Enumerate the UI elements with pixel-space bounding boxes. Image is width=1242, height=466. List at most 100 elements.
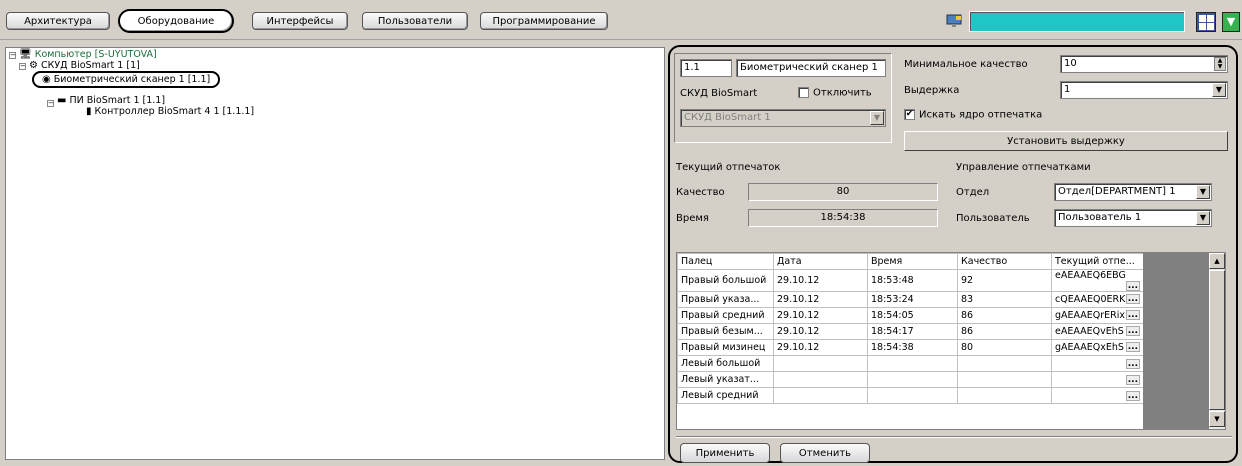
department-select[interactable]: Отдел[DEPARTMENT] 1 ▼ [1054,183,1212,201]
more-button[interactable]: ... [1125,374,1140,385]
fingerprint-data: eAEAAEQ6EBG [1055,270,1126,282]
parent-label: СКУД BioSmart [680,88,758,99]
top-toolbar: Архитектура Оборудование Интерфейсы Поль… [0,0,1242,40]
collapse-icon[interactable]: − [47,100,54,107]
cell: Левый указат... [677,371,774,388]
cancel-button[interactable]: Отменить [780,443,870,463]
tab-programming[interactable]: Программирование [480,12,608,30]
table-row[interactable]: Левый средний... [677,387,1144,404]
column-header[interactable]: Палец [677,253,774,270]
cell: 18:53:24 [867,291,958,308]
collapse-icon[interactable]: − [9,52,16,59]
column-header[interactable]: Качество [957,253,1052,270]
cell: Левый средний [677,387,774,404]
table-header-row: Палец Дата Время Качество Текущий отпе..… [677,253,1144,270]
table-row[interactable]: Правый указа... 29.10.12 18:53:24 83 cQEAAEQ… [677,291,1144,308]
cell [773,371,868,388]
min-quality-label: Минимальное качество [904,59,1028,70]
collapse-icon[interactable]: − [19,63,26,70]
cell: 29.10.12 [773,307,868,324]
tree-node-scanner[interactable]: ◉ Биометрический сканер 1 [1.1] [32,71,221,88]
fingerprint-icon: ◉ [42,74,51,85]
controller-icon: ▮ [86,106,92,117]
table-row[interactable]: Правый средний 29.10.12 18:54:05 86 gAEAAEQr… [677,307,1144,324]
tree-node-skud[interactable]: ⚙ СКУД BioSmart 1 [1] [29,60,140,71]
tab-architecture[interactable]: Архитектура [6,12,110,30]
scroll-down-icon[interactable]: ▼ [1209,411,1225,427]
scroll-up-icon[interactable]: ▲ [1209,253,1225,269]
status-field[interactable] [969,11,1185,32]
cell: eAEAAEQvEhS... [1051,323,1144,340]
fingerprint-table[interactable]: Палец Дата Время Качество Текущий отпе..… [676,252,1226,430]
department-label: Отдел [956,187,990,198]
cell: 18:53:48 [867,269,958,292]
exposure-select[interactable]: 1 ▼ [1060,81,1228,99]
cell [773,387,868,404]
tree-node-controller[interactable]: ▮ Контроллер BioSmart 4 1 [1.1.1] [86,106,254,117]
cell: 29.10.12 [773,291,868,308]
layout-grid-icon[interactable] [1196,12,1216,32]
tree-node-computer[interactable]: 🖥 Компьютер [S-UYUTOVA] [19,49,157,60]
gear-icon: ⚙ [29,60,38,71]
user-select[interactable]: Пользователь 1 ▼ [1054,209,1212,227]
object-name-field[interactable]: Биометрический сканер 1 [736,59,886,77]
apply-button[interactable]: Применить [680,443,770,463]
expand-down-icon[interactable]: ▼ [1222,12,1240,32]
table-row[interactable]: Правый безым... 29.10.12 18:54:17 86 eAEAAEQ… [677,323,1144,340]
cell [957,371,1052,388]
user-label: Пользователь [956,213,1030,224]
quality-value: 80 [748,183,938,201]
table-row[interactable]: Левый большой... [677,355,1144,372]
tab-equipment[interactable]: Оборудование [118,9,234,33]
min-quality-input[interactable]: 10 ▲ ▼ [1060,55,1228,73]
time-value: 18:54:38 [748,209,938,227]
tab-interfaces[interactable]: Интерфейсы [252,12,348,30]
tree-node-label: Контроллер BioSmart 4 1 [1.1.1] [94,106,255,117]
table-row[interactable]: Левый указат...... [677,371,1144,388]
more-button[interactable]: ... [1125,390,1140,401]
cell [773,355,868,372]
column-header[interactable]: Время [867,253,958,270]
cell: gAEAAEQrERix... [1051,307,1144,324]
cell: Правый большой [677,269,774,292]
table-row[interactable]: Правый мизинец 29.10.12 18:54:38 80 gAEAAEQx… [677,339,1144,356]
chevron-down-icon[interactable]: ▼ [870,111,884,125]
cell [867,355,958,372]
cell: Правый указа... [677,291,774,308]
table-empty-area [1143,253,1209,429]
department-value: Отдел[DEPARTMENT] 1 [1058,186,1176,197]
search-core-label: Искать ядро отпечатка [919,109,1043,121]
cell: ... [1051,371,1144,388]
more-button[interactable]: ... [1125,294,1140,304]
vertical-scrollbar[interactable]: ▲ ▼ [1209,253,1225,429]
tree-node-label: Компьютер [S-UYUTOVA] [34,49,157,60]
set-exposure-button[interactable]: Установить выдержку [904,131,1228,151]
more-button[interactable]: ... [1125,326,1140,336]
more-button[interactable]: ... [1125,358,1140,369]
object-id-field[interactable]: 1.1 [680,59,732,77]
chevron-down-icon[interactable]: ▼ [1196,211,1210,225]
more-button[interactable]: ... [1125,310,1140,320]
column-header[interactable]: Текущий отпе... [1051,253,1144,270]
cell: ... [1051,355,1144,372]
more-button[interactable]: ... [1125,342,1140,352]
user-value: Пользователь 1 [1058,212,1142,223]
monitor-icon[interactable] [946,14,962,28]
cell: 18:54:38 [867,339,958,356]
settings-panel: 1.1 Биометрический сканер 1 СКУД BioSmar… [668,45,1238,463]
scroll-thumb[interactable] [1209,270,1225,410]
tree-node-pi[interactable]: ▬ ПИ BioSmart 1 [1.1] [57,95,165,106]
search-core-checkbox[interactable]: ✔ Искать ядро отпечатка [904,109,1042,121]
parent-select[interactable]: СКУД BioSmart 1 ▼ [680,109,886,127]
table-row[interactable]: Правый большой 29.10.12 18:53:48 92 eAEAAEQ6… [677,269,1144,292]
tab-users[interactable]: Пользователи [362,12,468,30]
cell: 29.10.12 [773,269,868,292]
column-header[interactable]: Дата [773,253,868,270]
disable-checkbox[interactable]: Отключить [798,87,872,99]
more-button[interactable]: ... [1125,281,1140,291]
cell: 18:54:05 [867,307,958,324]
spinner-icon[interactable]: ▲ ▼ [1214,57,1226,71]
chevron-down-icon[interactable]: ▼ [1196,185,1210,199]
chevron-down-icon[interactable]: ▼ [1212,83,1226,97]
hardware-tree[interactable]: − 🖥 Компьютер [S-UYUTOVA] − ⚙ СКУД BioSmar… [5,47,665,460]
